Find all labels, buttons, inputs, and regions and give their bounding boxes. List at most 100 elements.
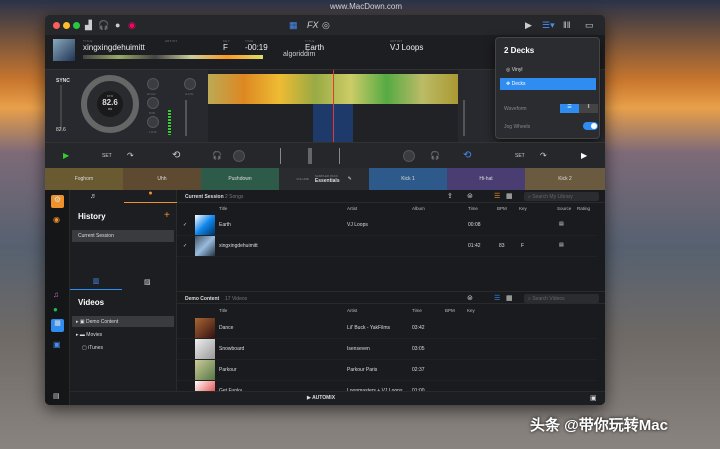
videos-source-icon[interactable]: ▦ — [51, 319, 64, 332]
table-row[interactable]: ✓ xingxingdehuimitt 01:42 83 F ▤ — [177, 236, 597, 257]
sampler-pack-select[interactable]: Essentials — [315, 178, 340, 184]
deck-b-artist: VJ Loops — [390, 43, 424, 52]
display-icon[interactable]: ▭ — [585, 20, 594, 31]
jog-wheel[interactable]: BPM 82.6 0% — [81, 75, 139, 133]
deck-b-loop-icon[interactable]: ⟲ — [463, 150, 471, 161]
queue-icon[interactable]: ▣ — [590, 394, 597, 402]
col-album[interactable]: Album — [412, 206, 425, 211]
record-icon[interactable]: ◉ — [128, 20, 136, 31]
col-time[interactable]: Time — [468, 206, 478, 211]
sample-pad-hi-hat[interactable]: Hi-hat — [447, 168, 525, 190]
share-icon[interactable]: ⇪ — [447, 192, 453, 200]
music-icon[interactable]: ♫ — [53, 290, 59, 299]
eq-mid-knob[interactable] — [147, 97, 159, 109]
photos-tab-icon[interactable]: ▨ — [144, 278, 151, 286]
deck-b-filter-knob[interactable] — [403, 150, 415, 162]
playlists-tab-icon[interactable]: ♬ — [90, 193, 97, 200]
col-bpm[interactable]: BPM — [497, 206, 507, 211]
list-view-icon[interactable]: ☰ — [494, 294, 500, 302]
volume-fader-b[interactable] — [463, 100, 465, 136]
deck-a-cue-headphones-icon[interactable]: 🎧 — [212, 151, 222, 160]
microphone-icon[interactable]: ● — [115, 20, 120, 30]
pitch-slider[interactable] — [60, 85, 62, 130]
menu-item-vinyl[interactable]: ◎ Vinyl — [500, 64, 596, 76]
col-title[interactable]: Title — [219, 308, 227, 313]
col-source[interactable]: Source — [557, 206, 571, 211]
filter-icon[interactable]: ⊜ — [467, 294, 473, 302]
fx-button[interactable]: FX — [307, 20, 319, 30]
videos-search-input[interactable]: ⌕ Search Videos — [524, 294, 599, 303]
deck-a-key[interactable]: F — [223, 43, 228, 52]
headphones-icon[interactable]: 🎧 — [98, 20, 109, 31]
recent-icon[interactable]: ◉ — [53, 215, 60, 224]
menu-item-decks[interactable]: ✥ Decks — [500, 78, 596, 90]
col-artist[interactable]: Artist — [347, 206, 357, 211]
automix-button[interactable]: ▶ AUTOMIX — [307, 395, 335, 401]
minimize-button[interactable] — [63, 22, 70, 29]
video-folder-demo-content[interactable]: ▸ ▣ Demo Content — [72, 316, 174, 327]
waveform-horizontal-button[interactable]: ☰ — [560, 104, 579, 113]
spotify-icon[interactable]: ● — [53, 305, 58, 314]
list-view-icon[interactable]: ☰ — [494, 192, 500, 200]
grid-view-icon[interactable]: ▦ — [506, 294, 513, 302]
session-count-dropdown[interactable]: 2 Songs — [225, 194, 243, 200]
edit-pencil-icon[interactable]: ✎ — [348, 176, 352, 182]
library-search-input[interactable]: ⌕ Search My Library — [524, 192, 599, 201]
deck-a-cue-jump-icon[interactable]: ↷ — [127, 151, 134, 160]
deck-a-play-button[interactable]: ▶ — [63, 151, 69, 160]
sampler-icon[interactable]: ◎ — [322, 20, 330, 31]
grid-icon[interactable]: ▦ — [289, 20, 298, 31]
sample-pad-kick-2[interactable]: Kick 2 — [525, 168, 605, 190]
add-history-button[interactable]: + — [164, 210, 170, 221]
col-title[interactable]: Title — [219, 206, 227, 211]
sample-pad-uhh[interactable]: Uhh — [123, 168, 201, 190]
sample-pad-pushdown[interactable]: Pushdown — [201, 168, 279, 190]
deck-b-cue-jump-icon[interactable]: ↷ — [540, 151, 547, 160]
play-video-icon[interactable]: ▶ — [525, 20, 532, 31]
video-folder-movies[interactable]: ▸ ▬ Movies — [72, 329, 174, 340]
deck-b-play-button[interactable]: ▶ — [581, 151, 587, 160]
deck-b-cue-headphones-icon[interactable]: 🎧 — [430, 151, 440, 160]
table-row[interactable]: ✓ Earth VJ Loops 00:08 ▤ — [177, 215, 597, 236]
close-button[interactable] — [53, 22, 60, 29]
finder-icon[interactable]: ▣ — [53, 340, 61, 349]
zoom-button[interactable] — [73, 22, 80, 29]
gain-knob[interactable] — [184, 78, 196, 90]
layout-4-decks-icon[interactable]: ‖‖ — [563, 20, 570, 30]
col-rating[interactable]: Rating — [577, 206, 590, 211]
history-tab-icon[interactable]: ● — [124, 190, 177, 203]
deck-a-mini-waveform[interactable] — [83, 55, 263, 59]
jog-wheels-toggle[interactable] — [583, 122, 598, 130]
video-folder-itunes[interactable]: ▢ iTunes — [72, 342, 174, 353]
waveform-display[interactable] — [208, 70, 458, 142]
deck-a-loop-icon[interactable]: ⟲ — [172, 150, 180, 161]
eq-low-knob[interactable] — [147, 116, 159, 128]
volume-fader-a[interactable] — [185, 100, 187, 136]
col-time[interactable]: Time — [412, 308, 422, 313]
col-key[interactable]: Key — [467, 308, 475, 313]
grid-view-icon[interactable]: ▦ — [506, 192, 513, 200]
table-row[interactable]: Parkour Parkour Paris 02:37 — [177, 360, 597, 381]
deck-a-filter-knob[interactable] — [233, 150, 245, 162]
videos-tab-icon[interactable]: ▥ — [70, 277, 122, 290]
deck-a-set-cue-button[interactable]: SET — [102, 153, 112, 159]
history-item-current-session[interactable]: Current Session — [72, 230, 174, 242]
deck-b-set-cue-button[interactable]: SET — [515, 153, 525, 159]
layout-2-decks-icon[interactable]: ☰▾ — [542, 20, 555, 31]
sample-pad-kick-1[interactable]: Kick 1 — [369, 168, 447, 190]
col-artist[interactable]: Artist — [347, 308, 357, 313]
videos-count-dropdown[interactable]: 17 Videos — [225, 296, 247, 302]
archive-icon[interactable]: ▤ — [53, 392, 60, 400]
waveform-vertical-button[interactable]: ‖ — [579, 104, 598, 113]
table-row[interactable]: Snowboard Isenseven 03:05 — [177, 339, 597, 360]
mixer-icon[interactable]: ▟ — [85, 20, 92, 31]
table-row[interactable]: Dance Lil' Buck - YakFilms 03:42 — [177, 318, 597, 339]
sync-button[interactable]: SYNC — [56, 78, 70, 84]
crossfader[interactable] — [280, 148, 340, 164]
col-bpm[interactable]: BPM — [445, 308, 455, 313]
eq-high-knob[interactable] — [147, 78, 159, 90]
history-source-icon[interactable]: ⚙ — [51, 195, 64, 208]
col-key[interactable]: Key — [519, 206, 527, 211]
sample-pad-foghorn[interactable]: Foghorn — [45, 168, 123, 190]
filter-icon[interactable]: ⊜ — [467, 192, 473, 200]
